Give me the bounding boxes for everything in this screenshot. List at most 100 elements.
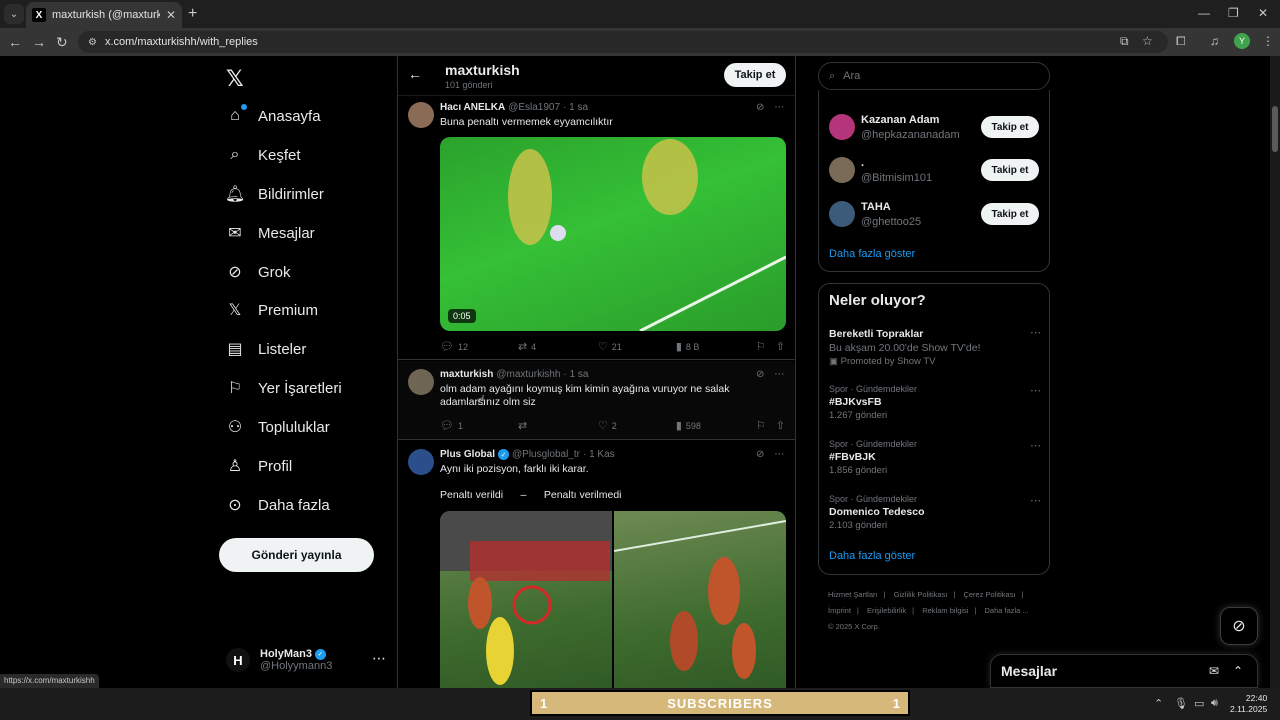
show-more-link[interactable]: Daha fazla göster (829, 550, 915, 562)
restore-icon[interactable]: ❐ (1228, 6, 1239, 20)
nav-item-premium[interactable]: 𝕏 Premium (226, 295, 318, 325)
search-input[interactable]: Ara (843, 70, 860, 82)
tab-list-button[interactable]: ⌄ (4, 4, 24, 24)
tweet-image-left[interactable] (440, 511, 612, 688)
repost-button[interactable]: ⇄ 4 (518, 340, 598, 353)
share-button[interactable]: ⇧ (776, 340, 785, 353)
footer-link[interactable]: İmprint (828, 606, 851, 615)
more-dots-icon[interactable]: ⋯ (774, 369, 784, 380)
more-dots-icon[interactable]: ⋯ (1030, 384, 1041, 397)
system-clock[interactable]: 22:40 2.11.2025 (1230, 693, 1267, 715)
trend-item[interactable]: Bereketli Topraklar Bu akşam 20.00'de Sh… (829, 326, 1041, 367)
tweet-handle[interactable]: @Plusglobal_tr (512, 449, 580, 460)
bookmark-button[interactable]: ⚐ (756, 419, 776, 432)
nav-item-notifications[interactable]: 🔔︎ Bildirimler (225, 179, 324, 209)
more-dots-icon[interactable]: ⋯ (774, 449, 784, 460)
nav-item-home[interactable]: ⌂ Anasayfa (226, 101, 321, 131)
share-button[interactable]: ⇧ (776, 419, 785, 432)
x-logo-icon[interactable]: 𝕏 (226, 66, 244, 92)
browser-menu-icon[interactable]: ⋮ (1262, 34, 1274, 48)
list-item[interactable]: . @Bitmisim101 Takip et (829, 153, 1041, 187)
tweet-images[interactable] (440, 511, 786, 688)
show-more-link[interactable]: Daha fazla göster (829, 248, 915, 260)
nav-item-profile[interactable]: ♙ Profil (226, 451, 292, 481)
bookmark-star-icon[interactable]: ☆ (1142, 34, 1153, 48)
post-button[interactable]: Gönderi yayınla (219, 538, 374, 572)
nav-item-explore[interactable]: ⌕ Keşfet (226, 140, 301, 170)
footer-link[interactable]: Hizmet Şartları (828, 590, 878, 599)
microphone-icon[interactable]: 🎙︎ (1174, 697, 1188, 710)
grok-floating-button[interactable]: ⊘ (1220, 607, 1258, 645)
nav-item-messages[interactable]: ✉ Mesajlar (226, 218, 314, 248)
more-dots-icon[interactable]: ⋯ (1030, 439, 1041, 452)
more-dots-icon[interactable]: ⋯ (774, 102, 784, 113)
tweet-handle[interactable]: @Esla1907 (508, 102, 560, 113)
tweet-author[interactable]: maxturkish (440, 369, 493, 380)
media-control-icon[interactable]: ♫ (1210, 34, 1219, 48)
tweet[interactable]: Hacı ANELKA @Esla1907 · 1 sa ⊘ ⋯ Buna pe… (398, 96, 795, 360)
tweet-video[interactable]: 0:05 (440, 137, 786, 331)
forward-icon[interactable]: → (32, 34, 46, 50)
tweet-time[interactable]: · 1 Kas (583, 449, 615, 460)
chevron-up-icon[interactable]: ⌃ (1154, 697, 1163, 710)
views-button[interactable]: ▮ 598 (676, 419, 756, 432)
list-item[interactable]: Kazanan Adam @hepkazananadam Takip et (829, 110, 1041, 144)
display-icon[interactable]: ▭ (1194, 697, 1204, 710)
like-button[interactable]: ♡ 2 (598, 419, 676, 432)
nav-item-bookmarks[interactable]: ⚐ Yer İşaretleri (226, 373, 342, 403)
account-switcher[interactable]: H HolyMan3 ✓ @Holyymann3 ⋯ (226, 642, 386, 678)
install-app-icon[interactable]: ⧉ (1120, 34, 1129, 49)
scrollbar-thumb[interactable] (1272, 106, 1278, 152)
tweet-author[interactable]: Hacı ANELKA (440, 102, 505, 113)
nav-item-more[interactable]: ⊙ Daha fazla (226, 490, 329, 520)
minimize-icon[interactable]: — (1198, 6, 1210, 20)
trend-item[interactable]: Spor · Gündemdekiler Domenico Tedesco 2.… (829, 494, 1041, 531)
reply-button[interactable]: 💬︎ 12 (440, 340, 518, 353)
views-button[interactable]: ▮ 8 B (676, 340, 756, 353)
tweet[interactable]: maxturkish @maxturkishh · 1 sa ⊘ ⋯ olm a… (398, 361, 795, 440)
browser-profile-avatar[interactable]: Y (1234, 33, 1250, 49)
more-dots-icon[interactable]: ⋯ (1030, 326, 1041, 339)
footer-link[interactable]: Erişilebilirlik (867, 606, 906, 615)
follow-button[interactable]: Takip et (981, 203, 1039, 225)
browser-tab[interactable]: X maxturkish (@maxturkishh) adlı ✕ (26, 2, 182, 28)
more-dots-icon[interactable]: ⋯ (1030, 494, 1041, 507)
follow-button[interactable]: Takip et (981, 159, 1039, 181)
tweet-handle[interactable]: @maxturkishh (496, 369, 560, 380)
search-bar[interactable]: ⌕ Ara (818, 62, 1050, 90)
repost-button[interactable]: ⇄ (518, 419, 598, 432)
back-arrow-icon[interactable]: ← (408, 66, 422, 82)
tweet-author[interactable]: Plus Global (440, 449, 495, 460)
nav-item-grok[interactable]: ⊘ Grok (226, 257, 290, 287)
messages-drawer[interactable]: Mesajlar ✉ ⌃ (990, 654, 1258, 688)
reply-button[interactable]: 💬︎ 1 (440, 419, 518, 432)
expand-icon[interactable]: ⌃ (1233, 664, 1243, 678)
extensions-icon[interactable]: ⧠ (1176, 34, 1186, 49)
new-tab-button[interactable]: + (188, 6, 197, 22)
tweet[interactable]: Plus Global ✓ @Plusglobal_tr · 1 Kas ⊘ ⋯… (398, 441, 795, 688)
footer-link[interactable]: Çerez Politikası (963, 590, 1015, 599)
footer-link[interactable]: Gizlilik Politikası (894, 590, 948, 599)
follow-button[interactable]: Takip et (981, 116, 1039, 138)
back-icon[interactable]: ← (8, 34, 22, 50)
grok-icon[interactable]: ⊘ (756, 102, 764, 113)
tweet-time[interactable]: · 1 sa (563, 102, 588, 113)
tweet-image-right[interactable] (613, 511, 786, 688)
footer-link[interactable]: Reklam bilgisi (922, 606, 968, 615)
close-tab-icon[interactable]: ✕ (166, 8, 176, 22)
like-button[interactable]: ♡ 21 (598, 340, 676, 353)
reload-icon[interactable]: ↻ (56, 34, 68, 50)
volume-icon[interactable]: 🔊︎ (1211, 697, 1218, 710)
site-info-icon[interactable]: ⚙ (88, 37, 97, 48)
bookmark-button[interactable]: ⚐ (756, 340, 776, 353)
grok-icon[interactable]: ⊘ (756, 369, 764, 380)
more-dots-icon[interactable]: ⋯ (372, 650, 386, 667)
trend-item[interactable]: Spor · Gündemdekiler #FBvBJK 1.856 gönde… (829, 439, 1041, 476)
footer-link[interactable]: Daha fazla ... (985, 606, 1029, 615)
nav-item-lists[interactable]: ▤ Listeler (226, 334, 306, 364)
tweet-time[interactable]: · 1 sa (563, 369, 588, 380)
grok-icon[interactable]: ⊘ (756, 449, 764, 460)
page-scrollbar[interactable] (1270, 56, 1280, 688)
new-message-icon[interactable]: ✉ (1209, 664, 1219, 678)
list-item[interactable]: TAHA @ghettoo25 Takip et (829, 197, 1041, 231)
